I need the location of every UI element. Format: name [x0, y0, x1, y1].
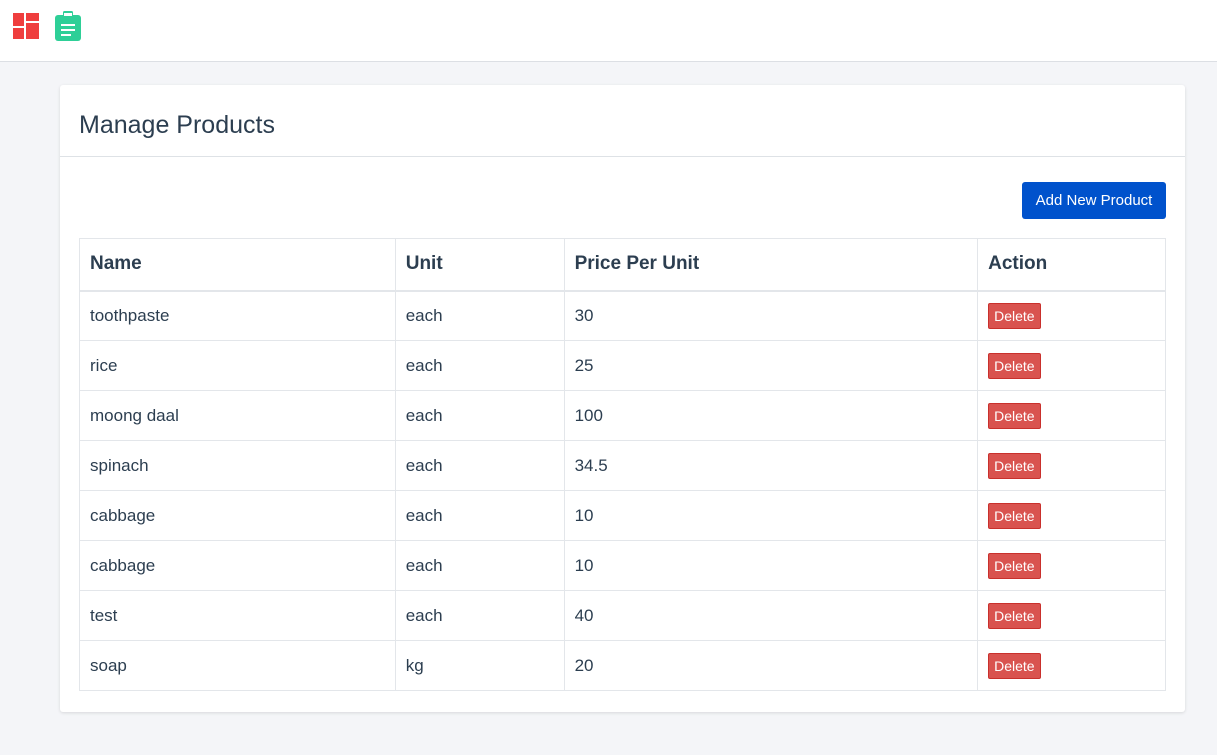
- delete-button[interactable]: Delete: [988, 452, 1041, 479]
- manage-products-card: Manage Products Add New Product Name Uni…: [60, 85, 1185, 712]
- product-name: cabbage: [79, 540, 396, 591]
- product-price: 34.5: [563, 440, 979, 491]
- product-name: soap: [79, 640, 396, 691]
- table-row: test each 40 Delete: [79, 590, 1166, 641]
- product-name: spinach: [79, 440, 396, 491]
- table-row: cabbage each 10 Delete: [79, 540, 1166, 591]
- table-header-row: Name Unit Price Per Unit Action: [79, 238, 1166, 292]
- delete-button[interactable]: Delete: [988, 552, 1041, 579]
- delete-button[interactable]: Delete: [988, 502, 1041, 529]
- product-name: rice: [79, 340, 396, 391]
- delete-button[interactable]: Delete: [988, 402, 1041, 429]
- products-table: Name Unit Price Per Unit Action toothpas…: [79, 238, 1166, 691]
- product-name: test: [79, 590, 396, 641]
- product-unit: each: [394, 340, 565, 391]
- product-unit: each: [394, 390, 565, 441]
- product-unit: each: [394, 290, 565, 341]
- product-price: 10: [563, 540, 979, 591]
- column-header-action: Action: [977, 238, 1166, 292]
- card-header: Manage Products: [60, 85, 1185, 157]
- add-new-product-button[interactable]: Add New Product: [1022, 182, 1166, 219]
- product-name: toothpaste: [79, 290, 396, 341]
- top-navbar: [0, 0, 1217, 62]
- product-price: 40: [563, 590, 979, 641]
- table-row: rice each 25 Delete: [79, 340, 1166, 391]
- table-row: spinach each 34.5 Delete: [79, 440, 1166, 491]
- table-row: cabbage each 10 Delete: [79, 490, 1166, 541]
- product-unit: each: [394, 440, 565, 491]
- page-title: Manage Products: [79, 111, 275, 139]
- delete-button[interactable]: Delete: [988, 602, 1041, 629]
- product-unit: each: [394, 490, 565, 541]
- table-row: moong daal each 100 Delete: [79, 390, 1166, 441]
- delete-button[interactable]: Delete: [988, 652, 1041, 679]
- product-price: 20: [563, 640, 979, 691]
- product-name: moong daal: [79, 390, 396, 441]
- table-row: toothpaste each 30 Delete: [79, 290, 1166, 341]
- product-unit: each: [394, 540, 565, 591]
- column-header-unit: Unit: [394, 238, 565, 292]
- table-row: soap kg 20 Delete: [79, 640, 1166, 691]
- product-price: 10: [563, 490, 979, 541]
- dashboard-icon[interactable]: [13, 13, 39, 39]
- product-price: 25: [563, 340, 979, 391]
- product-unit: kg: [394, 640, 565, 691]
- clipboard-icon[interactable]: [55, 11, 81, 41]
- delete-button[interactable]: Delete: [988, 352, 1041, 379]
- product-price: 30: [563, 290, 979, 341]
- product-unit: each: [394, 590, 565, 641]
- delete-button[interactable]: Delete: [988, 302, 1041, 329]
- product-name: cabbage: [79, 490, 396, 541]
- column-header-name: Name: [79, 238, 396, 292]
- product-price: 100: [563, 390, 979, 441]
- column-header-price: Price Per Unit: [563, 238, 979, 292]
